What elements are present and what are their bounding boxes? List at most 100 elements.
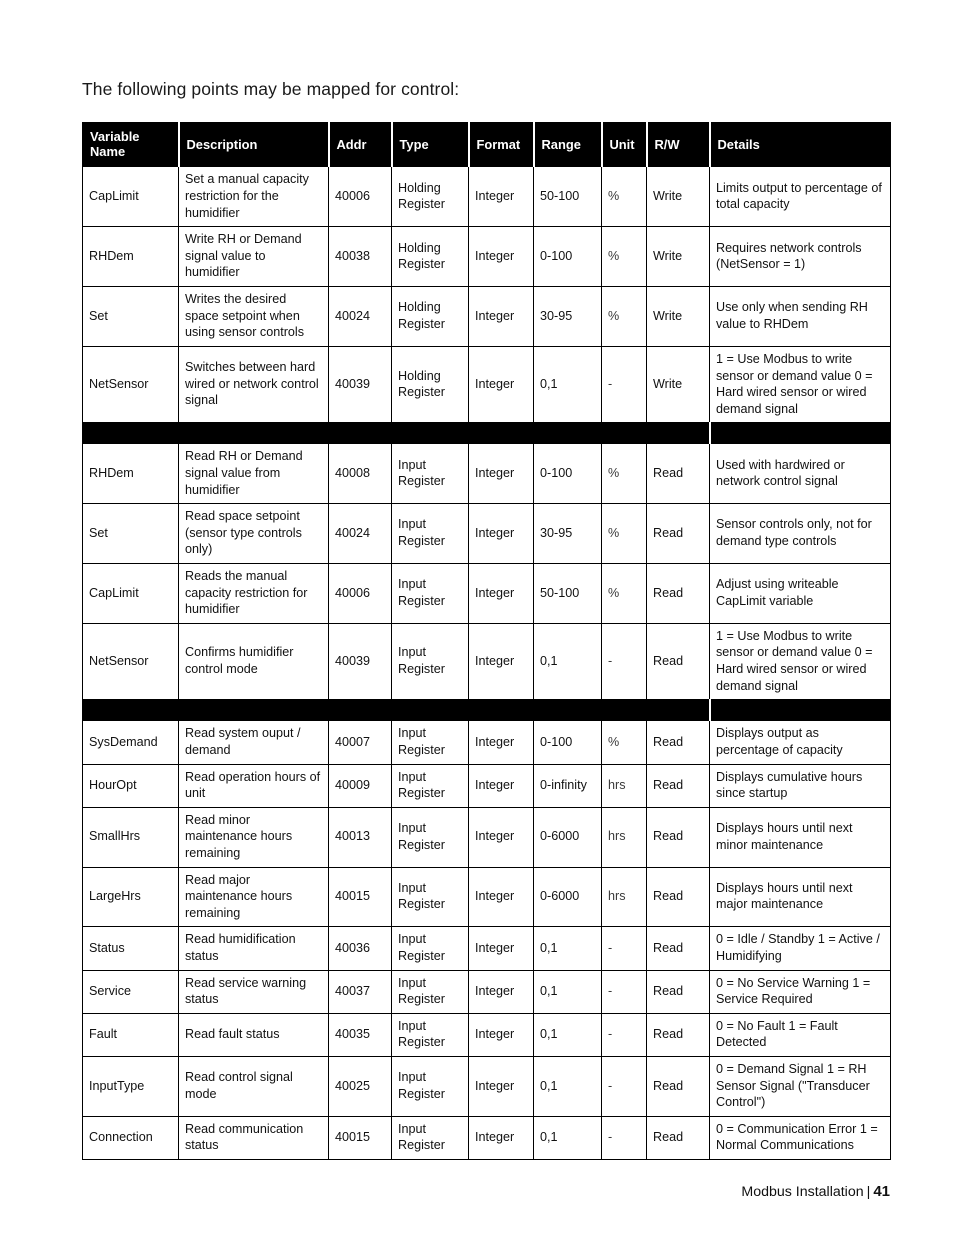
- cell-type: Input Register: [391, 1012, 469, 1058]
- cell-description: Read control signal mode: [178, 1056, 329, 1117]
- column-header-addr: Addr: [327, 121, 392, 168]
- cell-variable-name: SmallHrs: [82, 806, 179, 868]
- footer-divider: |: [866, 1184, 871, 1200]
- cell-details: Displays hours until next major maintena…: [709, 866, 891, 928]
- cell-rw: Read: [646, 503, 710, 565]
- cell-addr: 40008: [328, 443, 392, 505]
- table-row: HourOpt Read operation hours of unit 40009…: [82, 763, 891, 808]
- cell-rw: Write: [646, 166, 710, 228]
- cell-description: Confirms humidifier control mode: [178, 622, 329, 701]
- cell-range: 0-100: [533, 226, 602, 288]
- cell-type: Input Register: [391, 969, 469, 1014]
- modbus-points-table: Variable Name Description Addr Type Form…: [82, 121, 891, 1161]
- cell-type: Input Register: [391, 1115, 469, 1161]
- cell-range: 0,1: [533, 1115, 602, 1161]
- table-row: Set Writes the desired space setpoint whe…: [82, 286, 891, 347]
- column-header-details: Details: [708, 121, 891, 168]
- cell-unit: %: [601, 563, 647, 624]
- cell-type: Input Register: [391, 1056, 469, 1117]
- cell-details: Limits output to percentage of total cap…: [709, 166, 891, 228]
- cell-variable-name: CapLimit: [82, 166, 179, 228]
- cell-description: Read humidification status: [178, 926, 329, 971]
- cell-addr: 40039: [328, 622, 392, 701]
- cell-unit: %: [601, 443, 647, 505]
- cell-unit: -: [601, 969, 647, 1014]
- cell-addr: 40025: [328, 1056, 392, 1117]
- cell-addr: 40015: [328, 866, 392, 928]
- table-row: Connection Read communication status 40015…: [82, 1115, 891, 1161]
- cell-variable-name: Service: [82, 969, 179, 1014]
- cell-type: Holding Register: [391, 345, 469, 424]
- section-separator-band: [82, 699, 710, 722]
- cell-unit: %: [601, 166, 647, 228]
- cell-range: 0-6000: [533, 866, 602, 928]
- cell-variable-name: InputType: [82, 1056, 179, 1117]
- cell-rw: Read: [646, 720, 710, 765]
- cell-format: Integer: [468, 622, 534, 701]
- cell-format: Integer: [468, 1056, 534, 1117]
- table-row: RHDem Write RH or Demand signal value to …: [82, 226, 891, 288]
- cell-addr: 40024: [328, 503, 392, 565]
- cell-rw: Read: [646, 866, 710, 928]
- cell-format: Integer: [468, 443, 534, 505]
- cell-details: Use only when sending RH value to RHDem: [709, 286, 891, 347]
- cell-unit: hrs: [601, 806, 647, 868]
- intro-text: The following points may be mapped for c…: [82, 79, 460, 99]
- cell-details: Displays hours until next minor maintena…: [709, 806, 891, 868]
- cell-range: 0,1: [533, 969, 602, 1014]
- cell-type: Holding Register: [391, 166, 469, 228]
- cell-rw: Read: [646, 1115, 710, 1161]
- cell-details: 0 = No Fault 1 = Fault Detected: [709, 1012, 891, 1058]
- page-footer: Modbus Installation | 41: [741, 1183, 890, 1200]
- cell-details: Requires network controls (NetSensor = 1…: [709, 226, 891, 288]
- cell-details: Displays output as percentage of capacit…: [709, 720, 891, 765]
- cell-format: Integer: [468, 503, 534, 565]
- cell-type: Input Register: [391, 763, 469, 808]
- cell-description: Reads the manual capacity restriction fo…: [178, 563, 329, 624]
- table-row: NetSensor Confirms humidifier control mod…: [82, 622, 891, 701]
- cell-addr: 40036: [328, 926, 392, 971]
- column-header-unit: Unit: [600, 121, 647, 168]
- cell-unit: -: [601, 345, 647, 424]
- cell-addr: 40006: [328, 166, 392, 228]
- column-header-description: Description: [177, 121, 329, 168]
- cell-format: Integer: [468, 286, 534, 347]
- cell-type: Input Register: [391, 563, 469, 624]
- cell-unit: -: [601, 926, 647, 971]
- table-row: CapLimit Set a manual capacity restrictio…: [82, 166, 891, 228]
- cell-type: Holding Register: [391, 226, 469, 288]
- cell-rw: Read: [646, 969, 710, 1014]
- column-header-type: Type: [390, 121, 469, 168]
- cell-variable-name: SysDemand: [82, 720, 179, 765]
- cell-description: Read RH or Demand signal value from humi…: [178, 443, 329, 505]
- table-row: InputType Read control signal mode 40025 In…: [82, 1056, 891, 1117]
- table-row: Fault Read fault status 40035 Input Registe…: [82, 1012, 891, 1058]
- cell-variable-name: Set: [82, 286, 179, 347]
- cell-rw: Read: [646, 622, 710, 701]
- table-row: NetSensor Switches between hard wired or …: [82, 345, 891, 424]
- cell-rw: Write: [646, 226, 710, 288]
- cell-rw: Write: [646, 286, 710, 347]
- cell-variable-name: HourOpt: [82, 763, 179, 808]
- cell-details: Sensor controls only, not for demand typ…: [709, 503, 891, 565]
- cell-details: Displays cumulative hours since startup: [709, 763, 891, 808]
- cell-format: Integer: [468, 720, 534, 765]
- table-body: CapLimit Set a manual capacity restrictio…: [82, 166, 891, 1161]
- cell-unit: hrs: [601, 763, 647, 808]
- column-header-rw: R/W: [645, 121, 710, 168]
- cell-range: 0-6000: [533, 806, 602, 868]
- table-row: Service Read service warning status 40037 I…: [82, 969, 891, 1014]
- cell-details: Adjust using writeable CapLimit variable: [709, 563, 891, 624]
- cell-variable-name: LargeHrs: [82, 866, 179, 928]
- cell-details: Used with hardwired or network control s…: [709, 443, 891, 505]
- cell-format: Integer: [468, 345, 534, 424]
- cell-unit: -: [601, 1115, 647, 1161]
- column-header-variable-name: Variable Name: [82, 121, 179, 168]
- cell-range: 0,1: [533, 622, 602, 701]
- cell-rw: Read: [646, 926, 710, 971]
- cell-variable-name: Status: [82, 926, 179, 971]
- cell-rw: Read: [646, 443, 710, 505]
- cell-unit: -: [601, 622, 647, 701]
- cell-addr: 40024: [328, 286, 392, 347]
- cell-type: Input Register: [391, 503, 469, 565]
